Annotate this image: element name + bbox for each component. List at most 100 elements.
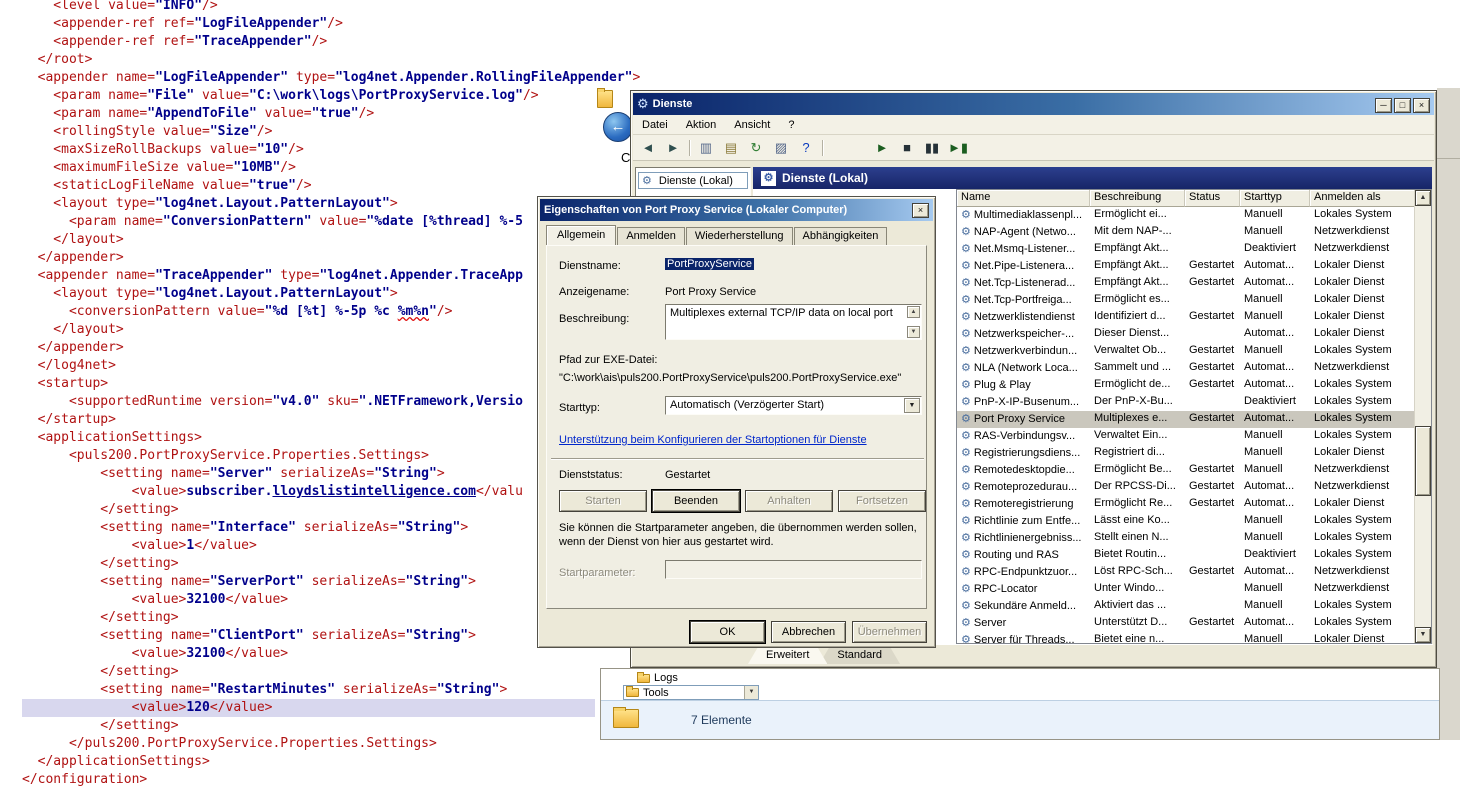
table-row[interactable]: ⚙Sekundäre Anmeld...Aktiviert das ...Man… xyxy=(957,598,1414,615)
start-service-icon[interactable]: ► xyxy=(873,140,891,155)
dropdown-arrow-icon[interactable]: ▼ xyxy=(744,686,758,699)
table-row[interactable]: ⚙NLA (Network Loca...Sammelt und ...Gest… xyxy=(957,360,1414,377)
service-icon: ⚙ xyxy=(961,515,971,527)
cell: Manuell xyxy=(1240,309,1310,326)
ok-button[interactable]: OK xyxy=(690,621,765,643)
column-header-status[interactable]: Status xyxy=(1185,190,1240,207)
folder-icon xyxy=(637,674,650,683)
column-header-starttyp[interactable]: Starttyp xyxy=(1240,190,1310,207)
dialog-titlebar[interactable]: Eigenschaften von Port Proxy Service (Lo… xyxy=(540,199,933,221)
menu-item-aktion[interactable]: Aktion xyxy=(677,117,726,133)
tab-anmelden[interactable]: Anmelden xyxy=(617,227,685,245)
service-name: RAS-Verbindungsv... xyxy=(974,430,1075,442)
table-row[interactable]: ⚙RPC-LocatorUnter Windo...ManuellNetzwer… xyxy=(957,581,1414,598)
table-row[interactable]: ⚙Netzwerkspeicher-...Dieser Dienst...Aut… xyxy=(957,326,1414,343)
header-services-icon: ⚙ xyxy=(761,171,776,186)
cell: Aktiviert das ... xyxy=(1090,598,1185,615)
open-new-window-icon[interactable]: ▨ xyxy=(772,140,790,156)
cell: Gestartet xyxy=(1185,564,1240,581)
startoptions-help-link[interactable]: Unterstützung beim Konfigurieren der Sta… xyxy=(559,434,867,446)
table-row[interactable]: ⚙Multimediaklassenpl...Ermöglicht ei...M… xyxy=(957,207,1414,224)
starttyp-combobox[interactable]: Automatisch (Verzögerter Start) ▼ xyxy=(665,396,922,415)
console-window-icon[interactable]: ▥ xyxy=(697,140,715,156)
cell: Gestartet xyxy=(1185,615,1240,632)
table-row[interactable]: ⚙Netzwerkverbindun...Verwaltet Ob...Gest… xyxy=(957,343,1414,360)
abbrechen-button[interactable]: Abbrechen xyxy=(771,621,846,643)
table-row[interactable]: ⚙ServerUnterstützt D...GestartetAutomat.… xyxy=(957,615,1414,632)
export-list-icon[interactable]: ▤ xyxy=(722,140,740,156)
table-row[interactable]: ⚙Routing und RASBietet Routin...Deaktivi… xyxy=(957,547,1414,564)
help-icon[interactable]: ? xyxy=(797,140,815,155)
maximize-button[interactable]: □ xyxy=(1394,98,1411,113)
table-row[interactable]: ⚙RPC-Endpunktzuor...Löst RPC-Sch...Gesta… xyxy=(957,564,1414,581)
table-row[interactable]: ⚙Net.Tcp-Portfreiga...Ermöglicht es...Ma… xyxy=(957,292,1414,309)
table-row[interactable]: ⚙NetzwerklistendienstIdentifiziert d...G… xyxy=(957,309,1414,326)
table-row[interactable]: ⚙Plug & PlayErmöglicht de...GestartetAut… xyxy=(957,377,1414,394)
service-name: Richtlinie zum Entfe... xyxy=(974,515,1080,527)
explorer-back-button[interactable]: ← xyxy=(603,112,633,142)
view-tab-standard[interactable]: Standard xyxy=(819,647,900,664)
menu-item-hilfe[interactable]: ? xyxy=(779,117,803,133)
column-header-beschreibung[interactable]: Beschreibung xyxy=(1090,190,1185,207)
scrollbar-thumb[interactable] xyxy=(1415,426,1431,496)
cell: ⚙RAS-Verbindungsv... xyxy=(957,428,1090,445)
scrollbar[interactable]: ▲ ▼ xyxy=(1414,190,1431,643)
menu-item-ansicht[interactable]: Ansicht xyxy=(725,117,779,133)
table-row[interactable]: ⚙RemoteregistrierungErmöglicht Re...Gest… xyxy=(957,496,1414,513)
service-icon: ⚙ xyxy=(961,294,971,306)
dialog-close-button[interactable]: × xyxy=(912,203,929,218)
table-row[interactable]: ⚙Net.Tcp-Listenerad...Empfängt Akt...Ges… xyxy=(957,275,1414,292)
scroll-down-button[interactable]: ▼ xyxy=(1415,627,1431,643)
dienstname-value[interactable]: PortProxyService xyxy=(665,258,754,270)
back-icon[interactable]: ◄ xyxy=(639,140,657,155)
cell: Der PnP-X-Bu... xyxy=(1090,394,1185,411)
table-row[interactable]: ⚙Remoteprozedurau...Der RPCSS-Di...Gesta… xyxy=(957,479,1414,496)
table-row[interactable]: ⚙Richtlinienergebniss...Stellt einen N..… xyxy=(957,530,1414,547)
service-icon: ⚙ xyxy=(961,413,971,425)
minimize-button[interactable]: ─ xyxy=(1375,98,1392,113)
tab-allgemein[interactable]: Allgemein xyxy=(546,225,616,246)
explorer-list-item[interactable]: Logs xyxy=(637,672,678,684)
table-row[interactable]: ⚙RAS-Verbindungsv...Verwaltet Ein...Manu… xyxy=(957,428,1414,445)
refresh-icon[interactable]: ↻ xyxy=(747,140,765,156)
view-tab-erweitert[interactable]: Erweitert xyxy=(748,647,827,664)
table-row[interactable]: ⚙Port Proxy ServiceMultiplexes e...Gesta… xyxy=(957,411,1414,428)
menu-item-datei[interactable]: Datei xyxy=(633,117,677,133)
startparameter-input[interactable] xyxy=(665,560,922,579)
column-header-name[interactable]: Name xyxy=(957,190,1090,207)
restart-service-icon[interactable]: ►▮ xyxy=(948,140,966,156)
table-row[interactable]: ⚙PnP-X-IP-Busenum...Der PnP-X-Bu...Deakt… xyxy=(957,394,1414,411)
service-name: Remoteregistrierung xyxy=(974,498,1074,510)
table-row[interactable]: ⚙Net.Msmq-Listener...Empfängt Akt...Deak… xyxy=(957,241,1414,258)
combo-dropdown-icon[interactable]: ▼ xyxy=(904,398,920,413)
explorer-item-dropdown[interactable]: Tools ▼ xyxy=(623,685,759,700)
service-name: Richtlinienergebniss... xyxy=(974,532,1082,544)
beschreibung-textbox[interactable]: Multiplexes external TCP/IP data on loca… xyxy=(665,304,922,340)
column-header-anmelden-als[interactable]: Anmelden als xyxy=(1310,190,1419,207)
list-header: NameBeschreibungStatusStarttypAnmelden a… xyxy=(957,190,1431,207)
cell: Gestartet xyxy=(1185,258,1240,275)
services-window-titlebar[interactable]: ⚙ Dienste ─□× xyxy=(633,93,1434,115)
scroll-down-icon[interactable]: ▼ xyxy=(907,326,920,338)
cell: ⚙Remotedesktopdie... xyxy=(957,462,1090,479)
beenden-button[interactable]: Beenden xyxy=(652,490,740,512)
table-row[interactable]: ⚙Richtlinie zum Entfe...Lässt eine Ko...… xyxy=(957,513,1414,530)
cell: ⚙Netzwerkspeicher-... xyxy=(957,326,1090,343)
tab-wiederherstellung[interactable]: Wiederherstellung xyxy=(686,227,793,245)
tab-abhaengigkeiten[interactable]: Abhängigkeiten xyxy=(794,227,888,245)
scroll-up-button[interactable]: ▲ xyxy=(1415,190,1431,206)
service-name: Server xyxy=(974,617,1006,629)
pause-service-icon[interactable]: ▮▮ xyxy=(923,140,941,156)
table-row[interactable]: ⚙Registrierungsdiens...Registriert di...… xyxy=(957,445,1414,462)
tree-item-dienste-lokal[interactable]: ⚙ Dienste (Lokal) xyxy=(638,172,748,189)
cell: Automat... xyxy=(1240,326,1310,343)
forward-icon[interactable]: ► xyxy=(664,140,682,155)
table-row[interactable]: ⚙Server für Threads...Bietet eine n...Ma… xyxy=(957,632,1414,643)
table-row[interactable]: ⚙Remotedesktopdie...Ermöglicht Be...Gest… xyxy=(957,462,1414,479)
cell: Automat... xyxy=(1240,479,1310,496)
table-row[interactable]: ⚙NAP-Agent (Netwo...Mit dem NAP-...Manue… xyxy=(957,224,1414,241)
close-button[interactable]: × xyxy=(1413,98,1430,113)
table-row[interactable]: ⚙Net.Pipe-Listenera...Empfängt Akt...Ges… xyxy=(957,258,1414,275)
stop-service-icon[interactable]: ■ xyxy=(898,140,916,155)
scroll-up-icon[interactable]: ▲ xyxy=(907,306,920,318)
